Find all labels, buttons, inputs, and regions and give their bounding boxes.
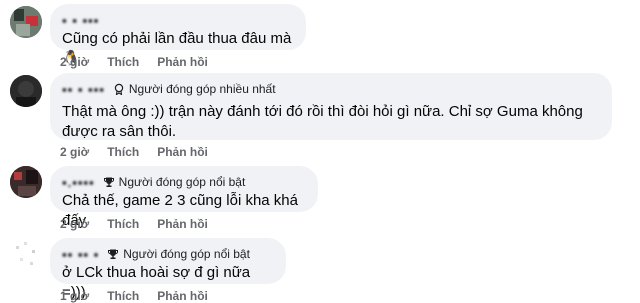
reply-button[interactable]: Phản hồi <box>157 55 208 69</box>
comment-timestamp[interactable]: 2 giờ <box>60 55 89 69</box>
like-button[interactable]: Thích <box>107 55 139 69</box>
trophy-icon <box>103 177 114 187</box>
profile-photo-icon <box>10 6 42 38</box>
comment-bubble: ▪.▪▪▪▪ Người đóng góp nổi bật Chả thế, g… <box>50 166 318 229</box>
like-button[interactable]: Thích <box>107 217 139 231</box>
badge-label: Người đóng góp nổi bật <box>123 247 250 261</box>
comment-timestamp[interactable]: 1 giờ <box>60 289 89 303</box>
comment-bubble: ▪▪ ▪▪ ▪ Người đóng góp nổi bật ở LCk thu… <box>50 238 286 301</box>
badge-label: Người đóng góp nhiều nhất <box>128 82 276 96</box>
badge-label: Người đóng góp nổi bật <box>118 175 246 189</box>
comment-actions: 2 giờ Thích Phản hồi <box>60 55 208 69</box>
comment-author[interactable]: ▪.▪▪▪▪ <box>62 175 95 190</box>
avatar[interactable] <box>10 166 42 198</box>
trophy-icon <box>108 249 119 259</box>
comment-actions: 1 giờ Thích Phản hồi <box>60 289 208 303</box>
comment-actions: 2 giờ Thích Phản hồi <box>60 145 208 159</box>
comment-text: Thật mà ông :)) trận này đánh tới đó rồi… <box>62 103 583 140</box>
reply-button[interactable]: Phản hồi <box>157 289 208 303</box>
avatar[interactable] <box>10 75 42 107</box>
reply-button[interactable]: Phản hồi <box>157 217 208 231</box>
top-contributor-badge[interactable]: Người đóng góp nổi bật <box>107 247 250 261</box>
reply-button[interactable]: Phản hồi <box>157 145 208 159</box>
comment-author[interactable]: ▪ ▪ ▪▪▪ <box>62 13 99 28</box>
avatar[interactable] <box>10 238 42 270</box>
comment-actions: 2 giờ Thích Phản hồi <box>60 217 208 231</box>
comment-author[interactable]: ▪▪ ▪▪ ▪ <box>62 247 99 262</box>
like-button[interactable]: Thích <box>107 145 139 159</box>
comment-bubble: ▪▪ ▪ ▪▪▪ Người đóng góp nhiều nhất Thật … <box>50 73 612 140</box>
profile-photo-icon <box>10 238 42 270</box>
comment-bubble: ▪ ▪ ▪▪▪ Cũng có phải lần đầu thua đâu mà… <box>50 4 306 67</box>
top-contributor-badge[interactable]: Người đóng góp nổi bật <box>103 175 246 189</box>
comment-author[interactable]: ▪▪ ▪ ▪▪▪ <box>62 82 105 97</box>
like-button[interactable]: Thích <box>107 289 139 303</box>
comment-timestamp[interactable]: 2 giờ <box>60 145 89 159</box>
top-contributor-badge[interactable]: Người đóng góp nhiều nhất <box>113 82 276 96</box>
comment-timestamp[interactable]: 2 giờ <box>60 217 89 231</box>
avatar[interactable] <box>10 6 42 38</box>
profile-photo-icon <box>10 166 42 198</box>
medal-icon <box>114 83 124 95</box>
profile-photo-icon <box>10 75 42 107</box>
